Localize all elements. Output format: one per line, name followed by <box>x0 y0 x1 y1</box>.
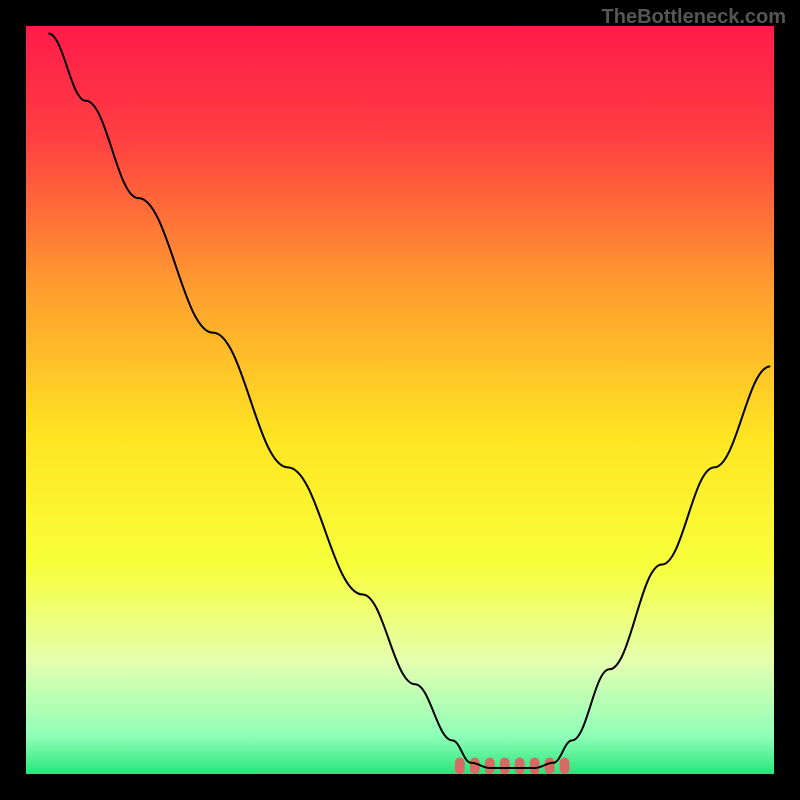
watermark-text: TheBottleneck.com <box>602 6 786 29</box>
optimal-range-marker <box>485 758 495 774</box>
optimal-range-marker <box>545 758 555 774</box>
optimal-range-marker <box>500 758 510 774</box>
chart-container: TheBottleneck.com <box>0 0 800 800</box>
optimal-range-marker <box>530 758 540 774</box>
optimal-range-marker <box>515 758 525 774</box>
optimal-range-marker <box>470 758 480 774</box>
optimal-range-marker <box>455 758 465 774</box>
chart-background <box>26 26 774 774</box>
bottleneck-chart <box>0 0 800 800</box>
optimal-range-marker <box>560 758 570 774</box>
